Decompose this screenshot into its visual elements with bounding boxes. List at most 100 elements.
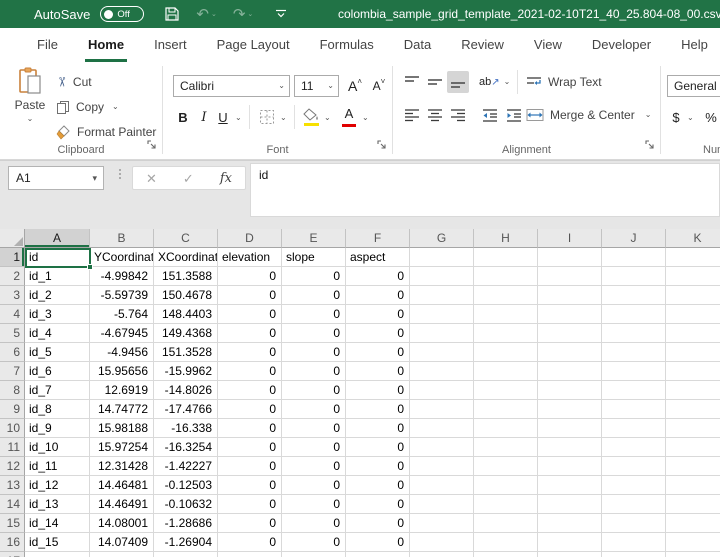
cell-E8[interactable]: 0 xyxy=(282,381,346,400)
currency-dropdown-icon[interactable]: ⌄ xyxy=(687,114,694,122)
currency-format-button[interactable]: $ xyxy=(669,106,683,128)
tab-view[interactable]: View xyxy=(519,28,577,62)
cell-G3[interactable] xyxy=(410,286,474,305)
increase-font-size-button[interactable]: A˄ xyxy=(345,75,365,97)
cell-D8[interactable]: 0 xyxy=(218,381,282,400)
cell-C14[interactable]: -0.10632 xyxy=(154,495,218,514)
column-header-I[interactable]: I xyxy=(538,229,602,248)
cell-I12[interactable] xyxy=(538,457,602,476)
cell-E10[interactable]: 0 xyxy=(282,419,346,438)
cell-J2[interactable] xyxy=(602,267,666,286)
row-header-6[interactable]: 6 xyxy=(0,343,25,362)
wrap-text-button[interactable]: Wrap Text xyxy=(526,71,602,93)
cell-D15[interactable]: 0 xyxy=(218,514,282,533)
column-header-J[interactable]: J xyxy=(602,229,666,248)
cell-K9[interactable] xyxy=(666,400,720,419)
cell-K15[interactable] xyxy=(666,514,720,533)
cell-K3[interactable] xyxy=(666,286,720,305)
cell-D10[interactable]: 0 xyxy=(218,419,282,438)
cell-D6[interactable]: 0 xyxy=(218,343,282,362)
fill-color-button[interactable] xyxy=(301,106,321,128)
cell-H10[interactable] xyxy=(474,419,538,438)
cell-K7[interactable] xyxy=(666,362,720,381)
font-name-combo[interactable]: Calibri ⌄ xyxy=(173,75,290,97)
column-header-A[interactable]: A xyxy=(25,229,90,248)
cell-C3[interactable]: 150.4678 xyxy=(154,286,218,305)
cell-K1[interactable] xyxy=(666,248,720,267)
percent-style-button[interactable]: % xyxy=(703,106,719,128)
cell-G17[interactable] xyxy=(410,552,474,557)
middle-align-button[interactable] xyxy=(424,71,446,93)
cell-H7[interactable] xyxy=(474,362,538,381)
column-header-B[interactable]: B xyxy=(90,229,154,248)
row-header-10[interactable]: 10 xyxy=(0,419,25,438)
autosave-toggle[interactable]: Off xyxy=(100,6,144,22)
cell-E6[interactable]: 0 xyxy=(282,343,346,362)
tab-help[interactable]: Help xyxy=(666,28,720,62)
cell-A4[interactable]: id_3 xyxy=(25,305,90,324)
cell-F13[interactable]: 0 xyxy=(346,476,410,495)
cell-H2[interactable] xyxy=(474,267,538,286)
cell-F2[interactable]: 0 xyxy=(346,267,410,286)
cell-K16[interactable] xyxy=(666,533,720,552)
cell-A1[interactable]: id xyxy=(25,248,90,267)
cell-E5[interactable]: 0 xyxy=(282,324,346,343)
cell-K5[interactable] xyxy=(666,324,720,343)
cell-I3[interactable] xyxy=(538,286,602,305)
cell-C16[interactable]: -1.26904 xyxy=(154,533,218,552)
cell-G1[interactable] xyxy=(410,248,474,267)
cell-D13[interactable]: 0 xyxy=(218,476,282,495)
cell-F8[interactable]: 0 xyxy=(346,381,410,400)
cell-G16[interactable] xyxy=(410,533,474,552)
cell-A14[interactable]: id_13 xyxy=(25,495,90,514)
tab-file[interactable]: File xyxy=(22,28,73,62)
cell-C7[interactable]: -15.9962 xyxy=(154,362,218,381)
cell-G14[interactable] xyxy=(410,495,474,514)
cell-G6[interactable] xyxy=(410,343,474,362)
cell-I15[interactable] xyxy=(538,514,602,533)
row-header-12[interactable]: 12 xyxy=(0,457,25,476)
cell-E9[interactable]: 0 xyxy=(282,400,346,419)
cell-G7[interactable] xyxy=(410,362,474,381)
borders-dropdown-icon[interactable]: ⌄ xyxy=(280,114,287,122)
cell-J7[interactable] xyxy=(602,362,666,381)
font-color-button[interactable]: A xyxy=(339,106,359,128)
formula-input[interactable]: id xyxy=(250,163,720,217)
cell-E2[interactable]: 0 xyxy=(282,267,346,286)
document-title[interactable]: colombia_sample_grid_template_2021-02-10… xyxy=(338,0,720,28)
cell-C12[interactable]: -1.42227 xyxy=(154,457,218,476)
cell-D5[interactable]: 0 xyxy=(218,324,282,343)
cell-J10[interactable] xyxy=(602,419,666,438)
row-header-3[interactable]: 3 xyxy=(0,286,25,305)
cut-button[interactable]: ✂ Cut xyxy=(56,71,92,93)
cell-K10[interactable] xyxy=(666,419,720,438)
cell-B14[interactable]: 14.46491 xyxy=(90,495,154,514)
cell-H13[interactable] xyxy=(474,476,538,495)
cell-B11[interactable]: 15.97254 xyxy=(90,438,154,457)
row-header-13[interactable]: 13 xyxy=(0,476,25,495)
cell-D9[interactable]: 0 xyxy=(218,400,282,419)
cell-B3[interactable]: -5.59739 xyxy=(90,286,154,305)
column-header-C[interactable]: C xyxy=(154,229,218,248)
cell-A12[interactable]: id_11 xyxy=(25,457,90,476)
cell-K8[interactable] xyxy=(666,381,720,400)
cell-A8[interactable]: id_7 xyxy=(25,381,90,400)
underline-dropdown-icon[interactable]: ⌄ xyxy=(235,114,242,122)
cell-B10[interactable]: 15.98188 xyxy=(90,419,154,438)
cell-D4[interactable]: 0 xyxy=(218,305,282,324)
cell-K4[interactable] xyxy=(666,305,720,324)
paste-button[interactable]: Paste ⌄ xyxy=(8,67,52,145)
cell-G13[interactable] xyxy=(410,476,474,495)
cell-J6[interactable] xyxy=(602,343,666,362)
cell-J17[interactable] xyxy=(602,552,666,557)
cell-F7[interactable]: 0 xyxy=(346,362,410,381)
cell-J14[interactable] xyxy=(602,495,666,514)
cell-E13[interactable]: 0 xyxy=(282,476,346,495)
cell-G4[interactable] xyxy=(410,305,474,324)
row-header-8[interactable]: 8 xyxy=(0,381,25,400)
name-box[interactable]: A1 ▾ xyxy=(8,166,104,190)
cell-F12[interactable]: 0 xyxy=(346,457,410,476)
cell-F14[interactable]: 0 xyxy=(346,495,410,514)
row-header-14[interactable]: 14 xyxy=(0,495,25,514)
row-header-15[interactable]: 15 xyxy=(0,514,25,533)
